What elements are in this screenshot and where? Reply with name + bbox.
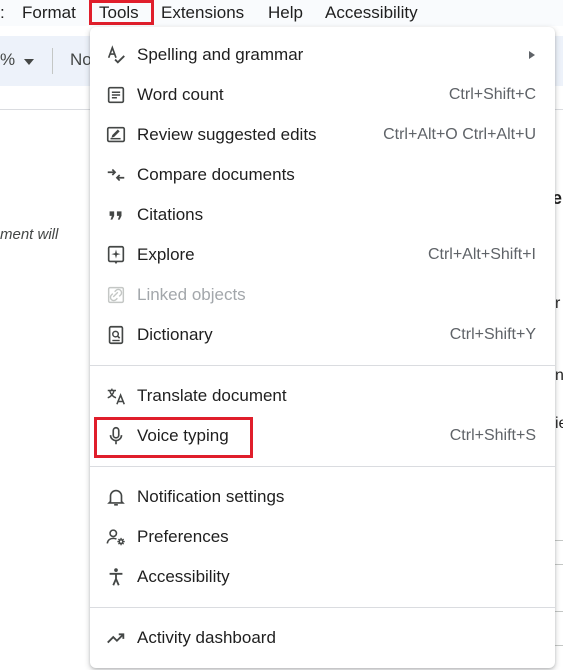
voice-typing-highlight-box bbox=[94, 417, 253, 458]
menu-item-translate-document[interactable]: Translate document bbox=[90, 376, 555, 416]
menu-item-label: Activity dashboard bbox=[137, 628, 276, 647]
menu-divider bbox=[90, 365, 555, 366]
bell-icon bbox=[104, 485, 128, 509]
menubar-item-accessibility[interactable]: Accessibility bbox=[325, 2, 418, 24]
compare-icon bbox=[104, 163, 128, 187]
word-count-icon bbox=[104, 83, 128, 107]
menu-item-linked-objects: Linked objects bbox=[90, 275, 555, 315]
menubar-item-help[interactable]: Help bbox=[268, 2, 303, 24]
accessibility-icon bbox=[104, 565, 128, 589]
menu-bar: : Format Tools Extensions Help Accessibi… bbox=[0, 0, 563, 26]
menu-item-label: Word count bbox=[137, 85, 224, 104]
menu-item-label: Spelling and grammar bbox=[137, 45, 304, 64]
review-edits-icon bbox=[104, 123, 128, 147]
menu-item-label: Explore bbox=[137, 245, 195, 264]
translate-icon bbox=[104, 384, 128, 408]
menu-item-compare-documents[interactable]: Compare documents bbox=[90, 155, 555, 195]
tools-highlight-box bbox=[89, 0, 154, 25]
toolbar-separator bbox=[52, 48, 53, 74]
menu-item-shortcut: Ctrl+Shift+C bbox=[448, 86, 536, 103]
preferences-icon bbox=[104, 525, 128, 549]
menu-item-explore[interactable]: Explore Ctrl+Alt+Shift+I bbox=[90, 235, 555, 275]
menu-item-shortcut: Ctrl+Alt+Shift+I bbox=[427, 246, 536, 263]
zoom-dropdown-icon[interactable] bbox=[24, 59, 34, 65]
explore-icon bbox=[104, 243, 128, 267]
menu-item-accessibility[interactable]: Accessibility bbox=[90, 557, 555, 597]
menu-item-label: Citations bbox=[137, 205, 204, 224]
link-icon bbox=[104, 283, 128, 307]
spellcheck-icon bbox=[104, 43, 128, 67]
menu-item-label: Compare documents bbox=[137, 165, 295, 184]
menu-item-label: Preferences bbox=[137, 527, 229, 546]
menu-item-word-count[interactable]: Word count Ctrl+Shift+C bbox=[90, 75, 555, 115]
tools-menu: Spelling and grammar Word count Ctrl+Shi… bbox=[90, 27, 555, 668]
menu-item-label: Linked objects bbox=[137, 285, 246, 304]
menu-item-shortcut: Ctrl+Shift+Y bbox=[449, 326, 536, 343]
menu-item-activity-dashboard[interactable]: Activity dashboard bbox=[90, 618, 555, 658]
menubar-item-truncated[interactable]: : bbox=[0, 2, 5, 24]
menu-item-notification-settings[interactable]: Notification settings bbox=[90, 477, 555, 517]
menu-item-shortcut: Ctrl+Alt+O Ctrl+Alt+U bbox=[383, 126, 536, 143]
menu-item-spelling-grammar[interactable]: Spelling and grammar bbox=[90, 35, 555, 75]
menu-item-citations[interactable]: Citations bbox=[90, 195, 555, 235]
dictionary-icon bbox=[104, 323, 128, 347]
menu-item-review-edits[interactable]: Review suggested edits Ctrl+Alt+O Ctrl+A… bbox=[90, 115, 555, 155]
menu-item-label: Accessibility bbox=[137, 567, 230, 586]
document-text-right: r bbox=[555, 295, 561, 312]
menu-item-label: Review suggested edits bbox=[137, 125, 317, 144]
document-text-right: no bbox=[555, 367, 563, 384]
menu-item-dictionary[interactable]: Dictionary Ctrl+Shift+Y bbox=[90, 315, 555, 355]
submenu-arrow-icon bbox=[529, 51, 535, 59]
menubar-item-format[interactable]: Format bbox=[22, 2, 76, 24]
quote-icon bbox=[104, 203, 128, 227]
document-text-left: ment will bbox=[0, 226, 59, 243]
style-selector[interactable]: No bbox=[70, 50, 92, 70]
menu-item-shortcut: Ctrl+Shift+S bbox=[449, 427, 536, 444]
zoom-value[interactable]: % bbox=[0, 50, 15, 70]
menu-item-label: Dictionary bbox=[137, 325, 213, 344]
menu-item-preferences[interactable]: Preferences bbox=[90, 517, 555, 557]
menu-divider bbox=[90, 607, 555, 608]
menu-item-label: Translate document bbox=[137, 386, 287, 405]
menubar-item-extensions[interactable]: Extensions bbox=[161, 2, 244, 24]
menu-divider bbox=[90, 466, 555, 467]
document-text-right: ie bbox=[555, 415, 563, 432]
trending-icon bbox=[104, 626, 128, 650]
menu-item-label: Notification settings bbox=[137, 487, 285, 506]
